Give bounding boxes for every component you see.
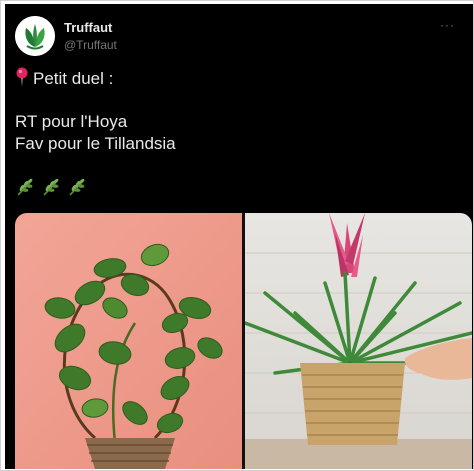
- tillandsia-plant-photo[interactable]: [245, 213, 472, 469]
- tweet-media[interactable]: [15, 213, 472, 469]
- tweet-header: Truffaut @Truffaut ···: [15, 16, 455, 56]
- screenshot-frame: Truffaut @Truffaut ··· Petit duel : RT p…: [0, 0, 474, 471]
- tweet-line-2: RT pour l'Hoya: [15, 112, 128, 131]
- more-options-icon[interactable]: ···: [440, 18, 455, 32]
- truffaut-leaf-logo-icon: [15, 16, 55, 56]
- tweet-card[interactable]: Truffaut @Truffaut ··· Petit duel : RT p…: [5, 4, 473, 469]
- tweet-emoji-line: [15, 177, 455, 199]
- hoya-plant-photo[interactable]: [15, 213, 242, 469]
- tweet-line-3: Fav pour le Tillandsia: [15, 134, 176, 153]
- tweet-line-1-text: Petit duel :: [33, 69, 114, 88]
- author-handle[interactable]: @Truffaut: [64, 38, 117, 52]
- avatar[interactable]: [15, 16, 55, 56]
- herb-icon: [17, 178, 33, 196]
- herb-icon: [69, 178, 85, 196]
- tweet-line-1: Petit duel :: [15, 67, 455, 89]
- herb-icon: [43, 178, 59, 196]
- author-name[interactable]: Truffaut: [64, 20, 112, 35]
- round-pushpin-icon: [16, 67, 28, 87]
- tweet-text: Petit duel : RT pour l'Hoya Fav pour le …: [15, 67, 455, 199]
